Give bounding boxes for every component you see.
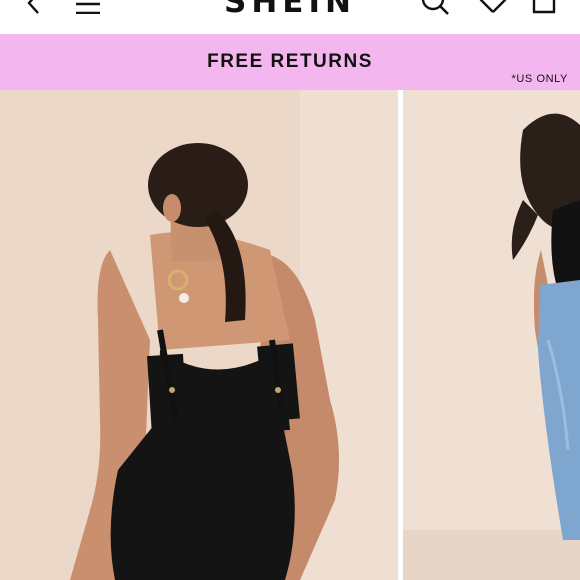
search-icon[interactable] [420,0,450,16]
promo-banner[interactable]: FREE RETURNS *US ONLY [0,34,580,90]
top-nav-bar: SHEIN [0,0,580,34]
heart-icon[interactable] [478,0,508,16]
product-image-gallery[interactable] [0,90,580,580]
promo-note: *US ONLY [511,73,568,85]
shopping-bag-icon[interactable] [530,0,558,16]
product-front-view-image[interactable] [403,90,580,580]
promo-text: FREE RETURNS [207,51,373,72]
product-back-view-image[interactable] [0,90,398,580]
